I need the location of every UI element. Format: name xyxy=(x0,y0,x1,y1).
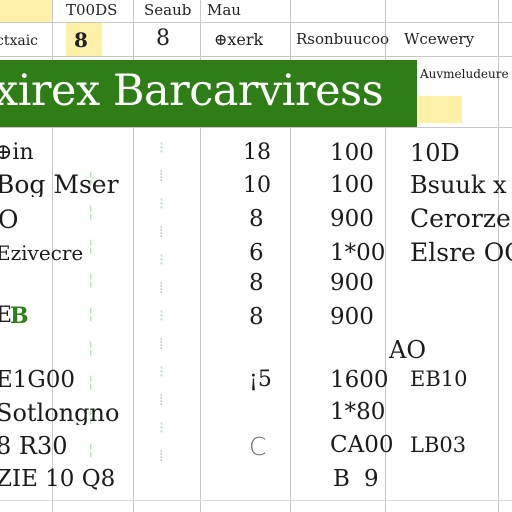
row-6-cell-c[interactable]: 8 xyxy=(249,306,264,329)
row-8-cell-e[interactable]: EB10 xyxy=(410,369,467,390)
row-2-cell-d[interactable]: 100 xyxy=(330,174,374,197)
row-10-cell-e[interactable]: LB03 xyxy=(410,435,466,456)
row-4-cell-a[interactable]: Ezivecre xyxy=(0,243,83,263)
row-1-cell-e[interactable]: 10D xyxy=(410,141,460,165)
row-2-cell-a[interactable]: Bog Mser xyxy=(0,172,119,197)
header-highlight-left xyxy=(0,0,52,22)
grid-row-line-2 xyxy=(0,56,512,57)
row-4-cell-d[interactable]: 1*00 xyxy=(330,242,385,265)
header-cell-seaub[interactable]: Seaub xyxy=(144,3,191,18)
side-header-label[interactable]: Auvmeludeure xyxy=(420,68,509,80)
row-4-cell-c[interactable]: 6 xyxy=(249,242,264,265)
grid-row-line-bottom xyxy=(0,500,512,501)
row-10-cell-d[interactable]: CA00 xyxy=(330,434,393,457)
subheader-cell-b[interactable]: 8 xyxy=(74,30,88,50)
row-5-cell-c[interactable]: 8 xyxy=(249,272,264,295)
row-1-cell-a[interactable]: ⊕in xyxy=(0,142,34,164)
row-11-cell-d[interactable]: B xyxy=(333,468,350,491)
row-8-cell-d[interactable]: 1600 xyxy=(330,369,389,392)
header-cell-tools[interactable]: T00DS xyxy=(66,3,117,18)
ghost-column-marks: ⁝ ⁞ ⁝ ⁞ ⁝ ⁞ ⁝ ⁞ ⁝ ⁞ ⁝ ⁞ xyxy=(159,138,165,465)
subheader-cell-c[interactable]: 8 xyxy=(156,28,170,50)
row-5-cell-a[interactable]: B xyxy=(10,305,29,327)
ghost-column-marks-2: ¦ ¦ ¦ ¦ ¦ ¦ ¦ ¦ ¦ xyxy=(88,168,94,459)
row-5-cell-d[interactable]: 900 xyxy=(330,272,374,295)
row-8-cell-a[interactable]: E1G00 xyxy=(0,369,75,392)
row-10-cell-c[interactable]: C xyxy=(249,434,266,459)
row-3-cell-d[interactable]: 900 xyxy=(330,208,374,231)
row-1-cell-d[interactable]: 100 xyxy=(330,142,374,165)
banner-title: xirex Barcarviress xyxy=(0,66,384,116)
row-9-cell-a[interactable]: Sotlongno xyxy=(0,401,119,425)
row-1-cell-c[interactable]: 18 xyxy=(243,142,271,164)
subheader-cell-a[interactable]: ctxaic xyxy=(0,34,38,48)
subheader-cell-f[interactable]: Wcewery xyxy=(404,32,474,47)
row-10-cell-a[interactable]: 8 R30 xyxy=(0,434,68,458)
row-2-cell-e[interactable]: Bsuuk x xyxy=(410,173,507,197)
row-9-cell-d[interactable]: 1*80 xyxy=(330,401,385,424)
side-highlight-cell xyxy=(418,96,462,123)
row-3-cell-a[interactable]: O xyxy=(0,207,19,232)
row-11-cell-e[interactable]: 9 xyxy=(364,468,379,491)
row-3-cell-e[interactable]: Cerorze xyxy=(410,206,511,231)
row-7-cell-e[interactable]: AO xyxy=(389,338,426,362)
subheader-cell-e[interactable]: Rsonbuucoo xyxy=(296,32,389,47)
header-cell-mau[interactable]: Mau xyxy=(207,3,241,18)
subheader-cell-d[interactable]: ⊕xerk xyxy=(214,32,263,48)
row-11-cell-a[interactable]: ZIE 10 Q8 xyxy=(0,468,115,491)
row-8-cell-c[interactable]: ¡5 xyxy=(249,369,272,391)
row-4-cell-e[interactable]: Elsre OC xyxy=(410,240,512,265)
row-2-cell-c[interactable]: 10 xyxy=(243,175,271,197)
row-6-cell-d[interactable]: 900 xyxy=(330,306,374,329)
grid-row-line-3 xyxy=(0,127,512,128)
title-banner: xirex Barcarviress xyxy=(0,60,417,127)
row-3-cell-c[interactable]: 8 xyxy=(249,208,264,231)
